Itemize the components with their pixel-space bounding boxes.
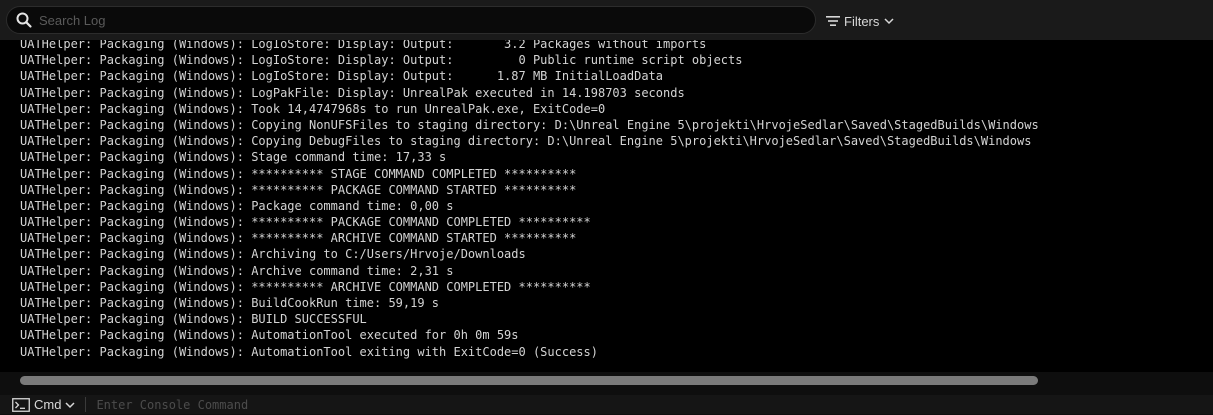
search-box[interactable] [6,6,816,34]
log-line: UATHelper: Packaging (Windows): LogIoSto… [20,53,743,68]
log-line: UATHelper: Packaging (Windows): ********… [20,279,591,294]
chevron-down-icon [884,17,894,25]
log-line: UATHelper: Packaging (Windows): Stage co… [20,150,447,165]
log-line: UATHelper: Packaging (Windows): LogIoSto… [20,40,707,51]
search-icon [15,11,33,29]
filters-button[interactable]: Filters [826,10,894,32]
log-line: UATHelper: Packaging (Windows): Archivin… [20,247,526,262]
output-log[interactable]: UATHelper: Packaging (Windows): LogIoSto… [0,40,1213,372]
log-line: UATHelper: Packaging (Windows): Copying … [20,117,1039,132]
log-line: UATHelper: Packaging (Windows): Automati… [20,328,519,343]
log-line: UATHelper: Packaging (Windows): ********… [20,215,591,230]
log-line: UATHelper: Packaging (Windows): Copying … [20,134,1032,149]
filters-label: Filters [844,13,880,29]
log-line: UATHelper: Packaging (Windows): Package … [20,198,454,213]
log-line: UATHelper: Packaging (Windows): Archive … [20,263,454,278]
log-line: UATHelper: Packaging (Windows): Automati… [20,344,598,359]
log-lines: UATHelper: Packaging (Windows): LogIoSto… [20,40,1039,360]
log-toolbar: Filters [0,0,1213,40]
log-line: UATHelper: Packaging (Windows): BuildCoo… [20,296,440,310]
divider [85,397,87,412]
cmd-label: Cmd [34,397,62,412]
log-line: UATHelper: Packaging (Windows): LogPakFi… [20,85,685,100]
log-line: UATHelper: Packaging (Windows): LogIoSto… [20,69,663,84]
horizontal-scrollbar[interactable] [20,376,1038,385]
log-line: UATHelper: Packaging (Windows): BUILD SU… [20,312,367,327]
filter-lines-icon [826,15,840,27]
console-command-input[interactable] [96,397,1097,412]
log-line: UATHelper: Packaging (Windows): ********… [20,182,577,197]
log-line: UATHelper: Packaging (Windows): ********… [20,166,577,181]
cmd-dropdown-button[interactable]: Cmd [12,397,75,412]
search-input[interactable] [39,12,815,28]
chevron-down-icon [65,397,75,412]
terminal-icon [12,397,30,412]
log-line: UATHelper: Packaging (Windows): Took 14,… [20,101,606,116]
log-line: UATHelper: Packaging (Windows): ********… [20,231,577,246]
console-bar: Cmd [0,395,1213,414]
